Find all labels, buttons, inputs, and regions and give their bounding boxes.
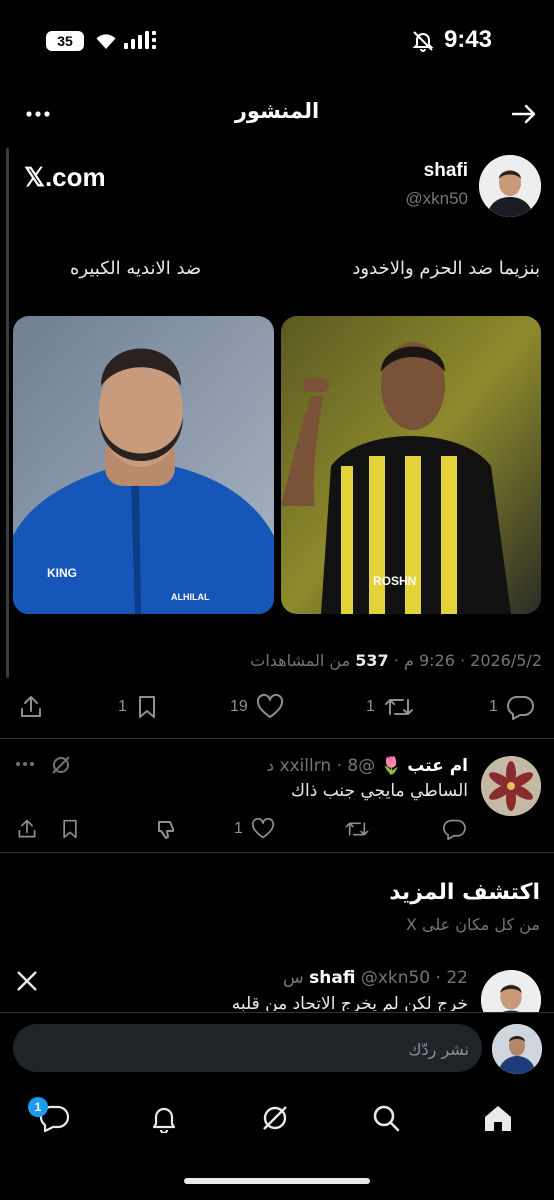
discover-title: اكتشف المزيد (389, 880, 540, 905)
post-meta: 2026/5/2 · 9:26 م · 537 من المشاهدات (250, 651, 542, 670)
wifi-icon (94, 31, 118, 51)
bookmark-button[interactable] (60, 818, 80, 840)
my-avatar[interactable] (492, 1024, 542, 1074)
reply-emoji: 🌷 (380, 756, 402, 776)
jersey-sponsor-text: ROSHN (373, 574, 417, 588)
notifications-icon[interactable] (144, 1098, 184, 1138)
source-label: 𝕏.com (24, 162, 106, 192)
recommended-author-name[interactable]: shafi (309, 968, 355, 988)
reply-handle[interactable]: @xxillrn (279, 756, 375, 776)
home-icon[interactable] (478, 1098, 518, 1138)
heart-icon (251, 818, 275, 840)
post-image-right[interactable]: ROSHN (281, 316, 541, 614)
recommended-text: خرج لكن لم يخرج الاتحاد من قلبه (231, 994, 468, 1011)
repost-button[interactable] (344, 818, 370, 840)
share-button[interactable] (16, 818, 38, 840)
like-count: 19 (230, 698, 248, 715)
author-name[interactable]: shafi (424, 160, 468, 182)
recommended-header: shafi @xkn50 · 22 س (282, 968, 468, 988)
bookmark-count: 1 (118, 698, 127, 715)
like-button[interactable]: 19 (230, 694, 284, 720)
post-actions: 1 19 1 1 (14, 694, 542, 724)
bottom-nav (0, 1090, 554, 1150)
reply-like-count: 1 (234, 820, 243, 837)
grok-icon[interactable] (255, 1098, 295, 1138)
grok-icon[interactable] (50, 754, 72, 776)
composer-placeholder: نشر ردّك (408, 1040, 469, 1059)
post-caption-right: بنزيما ضد الحزم والاخدود (352, 258, 540, 279)
reply-actions: 1 (14, 818, 468, 844)
reply-author-name[interactable]: ام عتب (407, 756, 468, 776)
like-button[interactable]: 1 (234, 818, 275, 840)
thumbs-down-icon (156, 818, 178, 840)
search-icon[interactable] (366, 1098, 406, 1138)
comment-icon (506, 694, 534, 720)
reply-button[interactable] (442, 818, 466, 840)
signal-icon (124, 31, 158, 51)
recommended-handle[interactable]: @xkn50 (361, 968, 430, 988)
post-image-left[interactable]: KING ALHILAL (13, 316, 274, 614)
comment-icon (442, 818, 466, 840)
reply-avatar[interactable] (481, 756, 541, 816)
home-indicator[interactable] (184, 1178, 370, 1184)
arrow-right-icon[interactable] (510, 100, 538, 128)
repost-count: 1 (366, 698, 375, 715)
dislike-button[interactable] (156, 818, 178, 840)
author-avatar[interactable] (479, 155, 541, 217)
repost-icon (383, 694, 415, 720)
jersey-sponsor-text: KING (47, 566, 77, 580)
share-icon (16, 818, 38, 840)
reply-button[interactable]: 1 (489, 694, 534, 720)
divider (0, 738, 554, 739)
reply-header: ام عتب 🌷 @xxillrn · 8 د (266, 756, 468, 776)
thread-rail (6, 148, 9, 678)
messages-badge: 1 (28, 1097, 48, 1117)
club-name-text: ALHILAL (171, 592, 210, 602)
share-button[interactable] (18, 694, 44, 720)
x-logo-icon (16, 970, 38, 992)
battery-indicator: 35 (46, 31, 84, 51)
post-date: 2026/5/2 (470, 651, 542, 670)
heart-icon (256, 694, 284, 720)
page-title: المنشور (234, 99, 320, 123)
bookmark-icon (60, 818, 80, 840)
bell-muted-icon (412, 30, 434, 52)
reply-count: 1 (489, 698, 498, 715)
share-icon (18, 694, 44, 720)
bookmark-button[interactable]: 1 (118, 694, 159, 720)
author-handle[interactable]: @xkn50 (405, 189, 468, 209)
more-horizontal-icon[interactable] (14, 753, 36, 775)
views-count: 537 (355, 651, 389, 670)
divider (0, 852, 554, 853)
status-time: 9:43 (443, 26, 492, 53)
bookmark-icon (135, 694, 159, 720)
repost-button[interactable]: 1 (366, 694, 415, 720)
post-caption-left: ضد الانديه الكبيره (70, 258, 202, 279)
views-label: من المشاهدات (250, 651, 351, 670)
repost-icon (344, 818, 370, 840)
discover-subtitle: من كل مكان على X (405, 915, 540, 934)
reply-text: الساطي مايجي جنب ذاك (291, 781, 468, 801)
post-time: 9:26 م (403, 651, 455, 670)
